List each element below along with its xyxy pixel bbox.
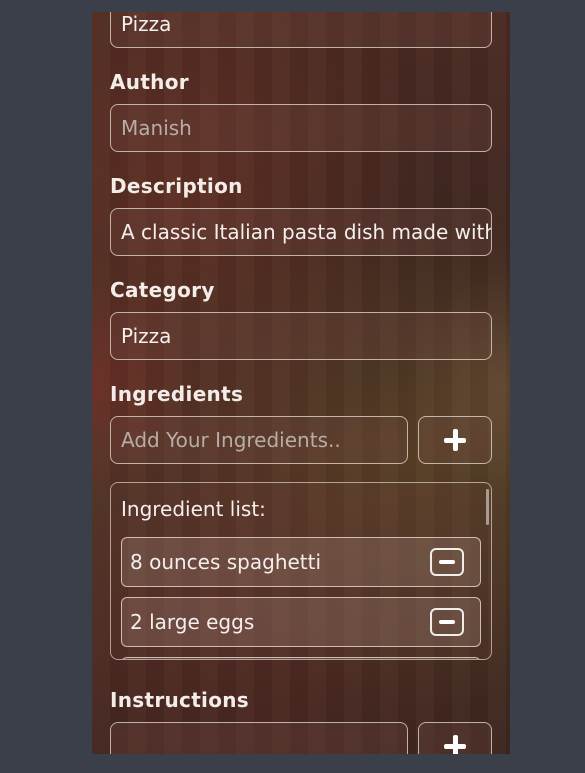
add-ingredient-button[interactable] [418,416,492,464]
ingredient-item: 8 ounces spaghetti [121,537,481,587]
add-instruction-button[interactable] [418,722,492,754]
instructions-label: Instructions [110,688,250,712]
minus-icon [439,560,455,564]
ingredient-list-scrollbar[interactable] [486,489,489,525]
description-label: Description [110,174,243,198]
remove-ingredient-button[interactable] [430,608,464,636]
recipe-name-value: Pizza [121,12,172,36]
category-label: Category [110,278,215,302]
minus-icon [439,620,455,624]
recipe-name-input[interactable]: Pizza [110,12,492,48]
instruction-input[interactable] [110,722,408,754]
ingredient-item-label: 2 large eggs [130,610,255,634]
ingredient-input[interactable]: Add Your Ingredients.. [110,416,408,464]
ingredients-label: Ingredients [110,382,244,406]
category-value: Pizza [121,324,172,348]
ingredient-item-label: 8 ounces spaghetti [130,550,322,574]
ingredient-item: 2 large eggs [121,597,481,647]
plus-icon [444,735,466,754]
author-label: Author [110,70,189,94]
author-input[interactable]: Manish [110,104,492,152]
remove-ingredient-button[interactable] [430,548,464,576]
plus-icon [444,429,466,451]
description-input[interactable]: A classic Italian pasta dish made with [110,208,492,256]
description-value: A classic Italian pasta dish made with [121,220,492,244]
ingredient-list[interactable]: Ingredient list: 8 ounces spaghetti 2 la… [110,482,492,660]
ingredient-input-placeholder: Add Your Ingredients.. [121,428,341,452]
recipe-form-screen: Pizza Author Manish Description A classi… [92,12,510,754]
author-placeholder: Manish [121,116,192,140]
category-input[interactable]: Pizza [110,312,492,360]
ingredient-input-row: Add Your Ingredients.. [110,416,492,464]
ingredient-list-title: Ingredient list: [121,497,266,521]
ingredient-item-partial [121,657,481,659]
recipe-form: Pizza Author Manish Description A classi… [110,12,492,754]
instruction-input-row [110,722,492,754]
